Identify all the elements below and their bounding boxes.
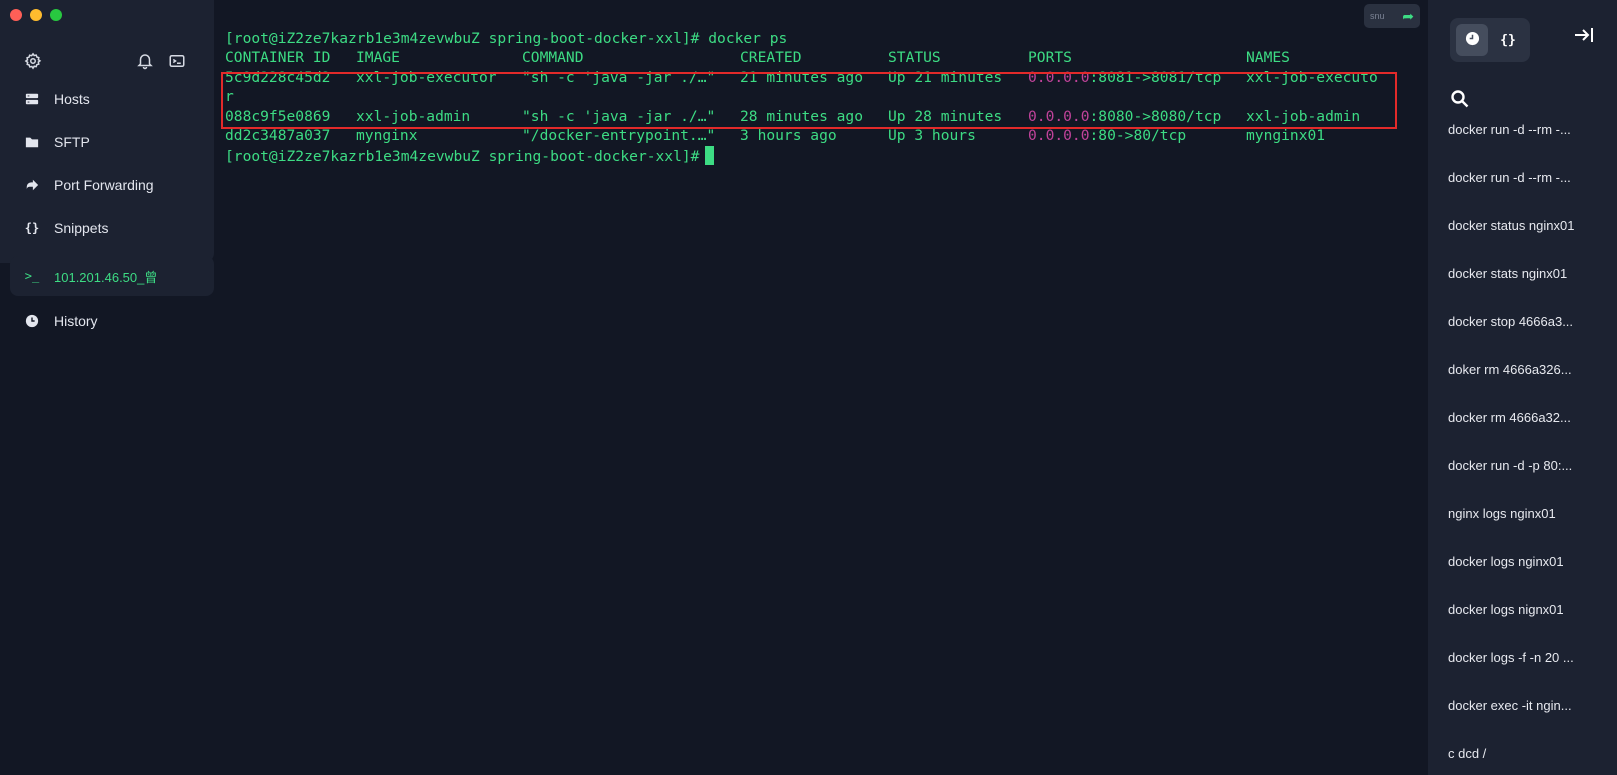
sidebar-item-label: SFTP — [54, 134, 90, 150]
header-ports: PORTS — [1028, 49, 1072, 66]
history-item[interactable]: docker rm 4666a32... — [1428, 406, 1617, 454]
history-item[interactable]: docker stop 4666a3... — [1428, 310, 1617, 358]
sidebar-item-label: Port Forwarding — [54, 177, 154, 193]
close-window-button[interactable] — [10, 9, 22, 21]
history-item[interactable]: c dcd / — [1428, 742, 1617, 775]
command-line: [root@iZ2ze7kazrb1e3m4zevwbuZ spring-boo… — [225, 29, 787, 49]
tab-history[interactable] — [1456, 24, 1488, 56]
row-ports-ip: 0.0.0.0 — [1028, 127, 1090, 144]
history-item[interactable]: nginx logs nginx01 — [1428, 502, 1617, 550]
sidebar-toolbar — [24, 52, 194, 76]
sidebar: Hosts SFTP Port Forwarding {} Snippets >… — [0, 0, 214, 775]
row-image: mynginx — [356, 127, 418, 144]
history-item[interactable]: docker logs nignx01 — [1428, 598, 1617, 646]
history-item[interactable]: docker run -d -p 80:... — [1428, 454, 1617, 502]
hosts-icon — [24, 91, 40, 107]
shell-prompt: [root@iZ2ze7kazrb1e3m4zevwbuZ spring-boo… — [225, 148, 700, 165]
sidebar-item-label: 101.201.46.50_曾 — [54, 269, 158, 285]
history-item[interactable]: docker status nginx01 — [1428, 214, 1617, 262]
toggle-label: snu — [1370, 11, 1385, 21]
header-names: NAMES — [1246, 49, 1290, 66]
sidebar-item-label: Snippets — [54, 220, 109, 236]
terminal-icon[interactable] — [168, 52, 188, 72]
table-row: dd2c3487a037 mynginx "/docker-entrypoint… — [225, 126, 1415, 146]
header-created: CREATED — [740, 49, 802, 66]
minimize-window-button[interactable] — [30, 9, 42, 21]
sidebar-item-label: History — [54, 313, 98, 329]
sidebar-item-sftp[interactable]: SFTP — [10, 122, 214, 162]
history-item[interactable]: docker stats nginx01 — [1428, 262, 1617, 310]
folder-icon — [24, 134, 40, 150]
sidebar-item-port-forwarding[interactable]: Port Forwarding — [10, 165, 214, 205]
row-created: 3 hours ago — [740, 127, 837, 144]
shell-prompt: [root@iZ2ze7kazrb1e3m4zevwbuZ spring-boo… — [225, 30, 700, 47]
history-list: docker run -d --rm -... docker run -d --… — [1428, 118, 1617, 775]
row-ports-mapping: :80->80/tcp — [1089, 127, 1187, 144]
sidebar-item-snippets[interactable]: {} Snippets — [10, 208, 214, 248]
header-container-id: CONTAINER ID — [225, 49, 331, 66]
table-header: CONTAINER ID IMAGE COMMAND CREATED STATU… — [225, 48, 1415, 68]
row-names: mynginx01 — [1246, 127, 1326, 144]
sidebar-item-hosts[interactable]: Hosts — [10, 79, 214, 119]
sidebar-item-history[interactable]: History — [10, 301, 214, 341]
terminal-prompt-icon: >_ — [24, 269, 40, 283]
terminal-toggle[interactable]: snu ➦ — [1364, 4, 1420, 28]
shell-command: docker ps — [699, 30, 788, 47]
braces-icon: {} — [24, 221, 40, 235]
braces-icon: {} — [1500, 32, 1516, 48]
sidebar-item-session[interactable]: >_ 101.201.46.50_曾 — [10, 256, 214, 296]
zoom-window-button[interactable] — [50, 9, 62, 21]
row-status: Up 3 hours — [888, 127, 976, 144]
row-container-id: dd2c3487a037 — [225, 127, 331, 144]
panel-tabs: {} — [1450, 18, 1530, 62]
search-icon — [1450, 90, 1470, 113]
history-item[interactable]: docker logs -f -n 20 ... — [1428, 646, 1617, 694]
history-item[interactable]: docker logs nginx01 — [1428, 550, 1617, 598]
history-item[interactable]: docker exec -it ngin... — [1428, 694, 1617, 742]
window-controls — [10, 9, 62, 21]
prompt-line[interactable]: [root@iZ2ze7kazrb1e3m4zevwbuZ spring-boo… — [225, 146, 715, 166]
tab-snippets[interactable]: {} — [1492, 24, 1524, 56]
history-item[interactable]: doker rm 4666a326... — [1428, 358, 1617, 406]
share-icon: ➦ — [1402, 7, 1414, 24]
header-status: STATUS — [888, 49, 941, 66]
forward-arrow-icon — [24, 177, 40, 193]
header-image: IMAGE — [356, 49, 400, 66]
highlight-box — [221, 72, 1397, 129]
text-cursor — [705, 146, 715, 165]
history-panel: {} docker run -d --rm -... docker run -d… — [1428, 0, 1617, 775]
header-command: COMMAND — [522, 49, 584, 66]
row-command: "/docker-entrypoint.…" — [522, 127, 716, 144]
history-item[interactable]: docker run -d --rm -... — [1428, 166, 1617, 214]
clock-icon — [24, 313, 40, 329]
gear-icon[interactable] — [24, 52, 44, 72]
search-button[interactable] — [1450, 89, 1470, 109]
row-ports: 0.0.0.0:80->80/tcp — [1028, 126, 1186, 146]
collapse-panel-button[interactable] — [1573, 26, 1597, 46]
clock-icon — [1465, 31, 1480, 50]
bell-icon[interactable] — [136, 52, 156, 72]
history-item[interactable]: docker run -d --rm -... — [1428, 118, 1617, 166]
sidebar-item-label: Hosts — [54, 91, 90, 107]
collapse-right-icon — [1573, 28, 1595, 48]
terminal[interactable]: snu ➦ [root@iZ2ze7kazrb1e3m4zevwbuZ spri… — [214, 0, 1428, 775]
